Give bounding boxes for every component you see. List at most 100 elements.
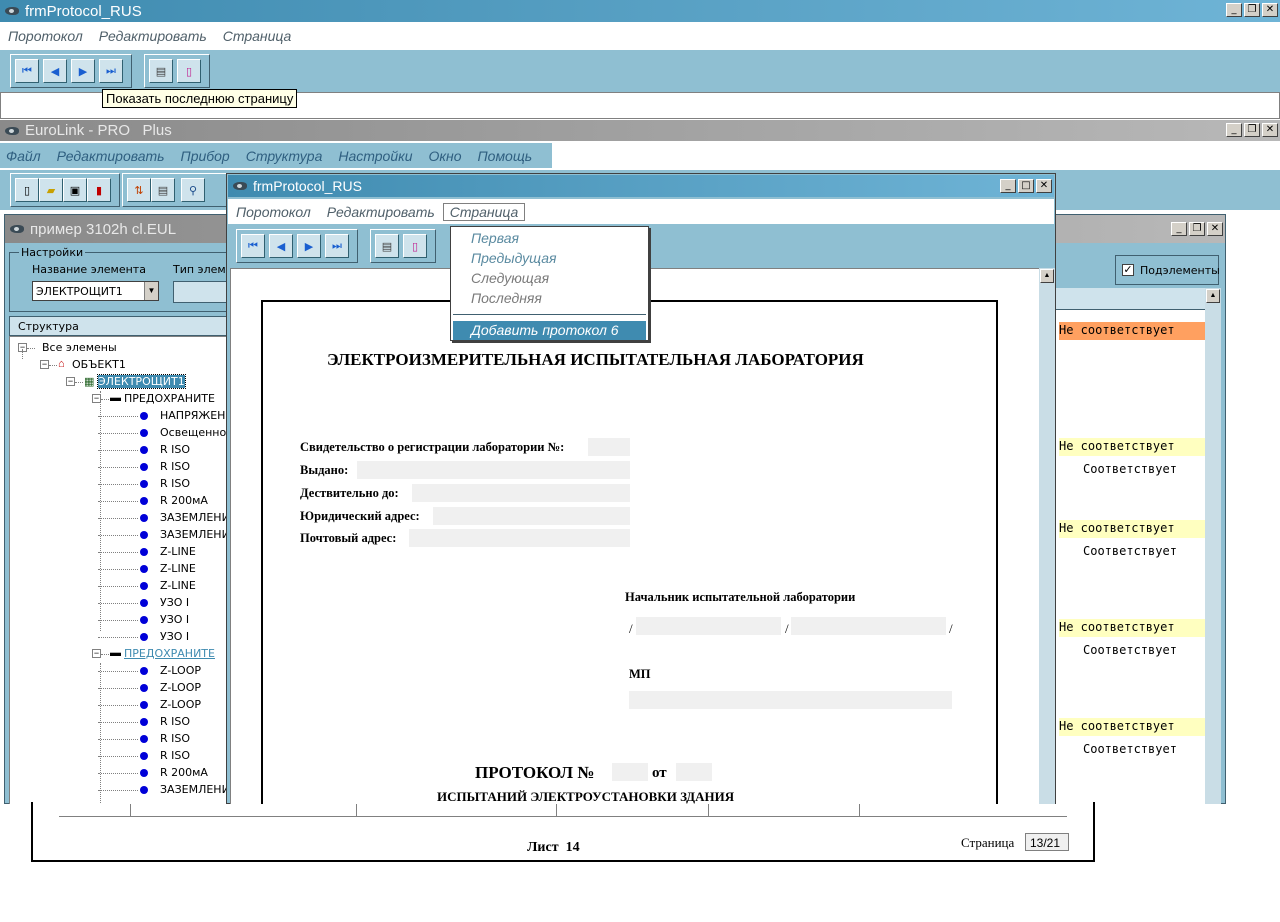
tree-item[interactable]: Z-LOOP — [160, 698, 201, 711]
menu-item-last[interactable]: Последняя — [471, 290, 542, 306]
close-button[interactable]: ✕ — [1262, 3, 1278, 17]
tree-item[interactable]: R ISO — [160, 460, 190, 473]
prev-page-button[interactable]: ◀ — [269, 234, 293, 258]
menu-page[interactable]: Страница — [442, 202, 526, 221]
document-scrollbar[interactable]: ▲ — [1039, 268, 1055, 805]
field-registration-value[interactable] — [588, 438, 630, 456]
tree-item[interactable]: Z-LOOP — [160, 681, 201, 694]
tree-item[interactable]: ЗАЗЕМЛЕНИ — [160, 783, 228, 796]
menu-help[interactable]: Помощь — [478, 148, 533, 164]
tree-expander[interactable]: − — [40, 360, 49, 369]
menu-file[interactable]: Файл — [6, 148, 41, 164]
tree-item[interactable]: R ISO — [160, 749, 190, 762]
field-valid-until-value[interactable] — [412, 484, 630, 502]
tree-item[interactable]: R ISO — [160, 732, 190, 745]
menu-structure[interactable]: Структура — [246, 148, 323, 164]
tree-item[interactable]: ЗАЗЕМЛЕНИ — [160, 528, 228, 541]
menu-edit[interactable]: Редактировать — [327, 204, 435, 220]
minimize-button[interactable]: _ — [1226, 3, 1242, 17]
preview-button[interactable]: ▯ — [177, 59, 201, 83]
element-select[interactable]: ЭЛЕКТРОЩИТ1 ▼ — [32, 281, 159, 301]
menu-page[interactable]: Страница — [223, 28, 292, 44]
print-button[interactable]: ▤ — [149, 59, 173, 83]
tree-item[interactable]: ПРЕДОХРАНИТЕ — [124, 647, 215, 660]
head-name-field[interactable] — [791, 617, 946, 635]
field-postal-address-value[interactable] — [409, 529, 630, 547]
next-page-button[interactable]: ▶ — [71, 59, 95, 83]
field-issued-value[interactable] — [357, 461, 630, 479]
tree-expander[interactable]: − — [92, 649, 101, 658]
last-page-button[interactable]: ⏭ — [325, 234, 349, 258]
transfer-button[interactable]: ⇅ — [127, 178, 151, 202]
minimize-button[interactable]: _ — [1171, 222, 1187, 236]
tree-item[interactable]: ЭЛЕКТРОЩИТ1 — [97, 374, 186, 389]
preview-button[interactable]: ▯ — [403, 234, 427, 258]
subelements-toggle[interactable]: ✓ Подэлементы — [1115, 255, 1220, 285]
new-button[interactable]: ▯ — [15, 178, 39, 202]
chevron-down-icon[interactable]: ▼ — [144, 282, 158, 300]
tree-item[interactable]: НАПРЯЖЕН — [160, 409, 225, 422]
minimize-button[interactable]: _ — [1000, 179, 1016, 193]
print-button[interactable]: ▤ — [151, 178, 175, 202]
menu-item-first[interactable]: Первая — [471, 230, 519, 246]
results-scrollbar[interactable]: ▲ — [1205, 288, 1221, 805]
field-legal-address-value[interactable] — [433, 507, 630, 525]
structure-tree[interactable]: − Все элемены − ⌂ ОБЪЕКТ1− ▦ ЭЛЕКТРОЩИТ1− ▬ ПРЕД… — [9, 336, 229, 805]
tree-item[interactable]: Освещеннос — [160, 426, 228, 439]
tree-item[interactable]: Z-LINE — [160, 562, 196, 575]
minimize-button[interactable]: _ — [1226, 123, 1242, 137]
tree-expander[interactable]: − — [66, 377, 75, 386]
close-button[interactable]: ✕ — [1207, 222, 1223, 236]
tree-item[interactable]: ОБЪЕКТ1 — [72, 358, 126, 371]
tree-item[interactable]: ЗАЗЕМЛЕНИ — [160, 511, 228, 524]
menu-item-next[interactable]: Следующая — [471, 270, 549, 286]
maximize-button[interactable]: □ — [1018, 179, 1034, 193]
tree-item[interactable]: УЗО I — [160, 596, 189, 609]
menu-item-add-protocol[interactable]: Добавить протокол 6 — [453, 321, 646, 340]
head-signature-field[interactable] — [636, 617, 781, 635]
tree-item[interactable]: R ISO — [160, 443, 190, 456]
protocol-number-field[interactable] — [612, 763, 648, 781]
element-type-box[interactable] — [173, 281, 227, 303]
protocol-date-field[interactable] — [676, 763, 712, 781]
app-icon — [232, 180, 248, 192]
first-page-button[interactable]: ⏮ — [15, 59, 39, 83]
menu-device[interactable]: Прибор — [181, 148, 230, 164]
tree-item[interactable]: R 200мА — [160, 494, 208, 507]
tree-item[interactable]: R ISO — [160, 715, 190, 728]
restore-button[interactable]: ❐ — [1244, 3, 1260, 17]
menu-edit[interactable]: Редактировать — [99, 28, 207, 44]
first-page-button[interactable]: ⏮ — [241, 234, 265, 258]
print-button[interactable]: ▤ — [375, 234, 399, 258]
tree-item[interactable]: ПРЕДОХРАНИТЕ — [124, 392, 215, 405]
tree-item[interactable]: Z-LINE — [160, 545, 196, 558]
search-button[interactable]: ⚲ — [181, 178, 205, 202]
menu-item-previous[interactable]: Предыдущая — [471, 250, 557, 266]
menu-protocol[interactable]: Поротокол — [236, 204, 311, 220]
scroll-up-button[interactable]: ▲ — [1206, 289, 1220, 303]
scroll-up-button[interactable]: ▲ — [1040, 269, 1054, 283]
close-button[interactable]: ✕ — [1036, 179, 1052, 193]
save-button[interactable]: ▣ — [63, 178, 87, 202]
tree-item[interactable]: R 200мА — [160, 766, 208, 779]
mp-field[interactable] — [629, 691, 952, 709]
restore-button[interactable]: ❐ — [1244, 123, 1260, 137]
tree-item[interactable]: R ISO — [160, 477, 190, 490]
prev-page-button[interactable]: ◀ — [43, 59, 67, 83]
menu-edit[interactable]: Редактировать — [57, 148, 165, 164]
next-page-button[interactable]: ▶ — [297, 234, 321, 258]
menu-protocol[interactable]: Поротокол — [8, 28, 83, 44]
close-button[interactable]: ✕ — [1262, 123, 1278, 137]
exit-button[interactable]: ▮ — [87, 178, 111, 202]
menu-settings[interactable]: Настройки — [338, 148, 412, 164]
tree-item[interactable]: Z-LINE — [160, 579, 196, 592]
tree-item[interactable]: Z-LOOP — [160, 664, 201, 677]
tree-item[interactable]: Все элемены — [42, 341, 117, 354]
subelements-checkbox[interactable]: ✓ — [1122, 264, 1134, 276]
tree-item[interactable]: УЗО I — [160, 630, 189, 643]
menu-window[interactable]: Окно — [429, 148, 462, 164]
restore-button[interactable]: ❐ — [1189, 222, 1205, 236]
last-page-button[interactable]: ⏭ — [99, 59, 123, 83]
open-button[interactable]: ▰ — [39, 178, 63, 202]
tree-item[interactable]: УЗО I — [160, 613, 189, 626]
